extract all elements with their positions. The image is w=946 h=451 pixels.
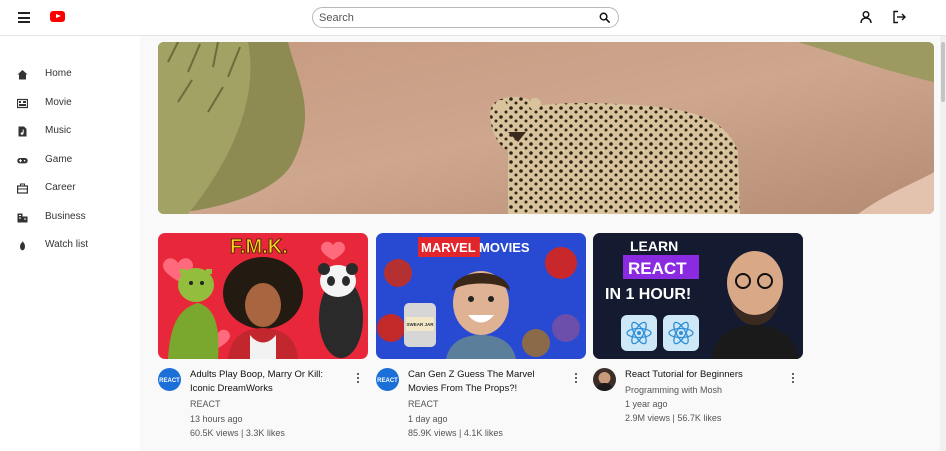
watch-list-icon	[20, 240, 25, 251]
sidebar-item-label: Home	[45, 68, 72, 79]
sidebar-item-label: Music	[45, 125, 72, 136]
svg-text:MARVEL MOVIES: MARVEL MOVIES	[421, 240, 530, 255]
sidebar-item-watch-list[interactable]: Watch list	[0, 234, 140, 258]
video-title-line: Adults Play Boop, Marry Or Kill:	[190, 369, 324, 380]
sidebar-item-label: Business	[45, 211, 86, 222]
video-thumbnail[interactable]: F.M.K.	[158, 233, 368, 359]
svg-text:REACT: REACT	[159, 378, 180, 384]
sidebar-item-game[interactable]: Game	[0, 149, 140, 173]
channel-avatar[interactable]: REACT	[376, 368, 399, 391]
sidebar: Home Movie Music Game Career Business Wa…	[0, 36, 140, 451]
sidebar-item-music[interactable]: Music	[0, 120, 140, 144]
business-icon	[17, 213, 28, 223]
video-title-line: React Tutorial for Beginners	[625, 369, 743, 380]
sidebar-item-label: Career	[45, 182, 76, 193]
menu-icon[interactable]	[18, 12, 30, 23]
user-icon[interactable]	[859, 10, 873, 24]
video-title-line: Can Gen Z Guess The Marvel	[408, 369, 535, 380]
svg-text:REACT: REACT	[628, 259, 687, 278]
search-bar[interactable]	[312, 7, 619, 28]
search-icon[interactable]	[599, 12, 610, 23]
svg-text:REACT: REACT	[377, 378, 398, 384]
avatar-image: REACT	[376, 368, 399, 391]
search-input[interactable]	[319, 10, 589, 25]
career-icon	[17, 183, 28, 194]
video-title[interactable]: Adults Play Boop, Marry Or Kill: Iconic …	[190, 368, 350, 396]
logout-icon[interactable]	[891, 9, 907, 25]
channel-avatar[interactable]: REACT	[158, 368, 181, 391]
channel-name[interactable]: REACT	[190, 399, 221, 409]
more-options-icon[interactable]	[355, 373, 361, 387]
game-icon	[17, 158, 28, 164]
sidebar-item-career[interactable]: Career	[0, 177, 140, 201]
more-options-icon[interactable]	[573, 373, 579, 387]
video-stats: 60.5K views | 3.3K likes	[190, 428, 285, 438]
movie-icon	[17, 98, 28, 109]
top-bar	[0, 0, 946, 36]
thumbnail-image: LEARN REACT IN 1 HOUR!	[593, 233, 803, 359]
thumbnail-image: MARVEL MOVIES SWEAR JAR	[376, 233, 586, 359]
video-stats: 2.9M views | 56.7K likes	[625, 413, 722, 423]
video-title-line: Iconic DreamWorks	[190, 383, 273, 394]
sidebar-item-label: Game	[45, 154, 73, 165]
upload-age: 1 year ago	[625, 399, 668, 409]
sidebar-item-movie[interactable]: Movie	[0, 92, 140, 116]
music-icon	[18, 126, 27, 137]
video-thumbnail[interactable]: LEARN REACT IN 1 HOUR!	[593, 233, 803, 359]
svg-text:SWEAR JAR: SWEAR JAR	[406, 322, 434, 327]
avatar-image: REACT	[158, 368, 181, 391]
video-stats: 85.9K views | 4.1K likes	[408, 428, 503, 438]
svg-text:LEARN: LEARN	[630, 238, 678, 254]
video-thumbnail[interactable]: MARVEL MOVIES SWEAR JAR	[376, 233, 586, 359]
more-options-icon[interactable]	[790, 373, 796, 387]
svg-text:IN 1 HOUR!: IN 1 HOUR!	[605, 286, 691, 303]
hero-banner[interactable]	[158, 42, 934, 214]
sidebar-item-label: Watch list	[45, 239, 88, 250]
scrollbar[interactable]	[940, 36, 946, 451]
channel-name[interactable]: Programming with Mosh	[625, 385, 722, 395]
channel-name[interactable]: REACT	[408, 399, 439, 409]
video-title[interactable]: Can Gen Z Guess The Marvel Movies From T…	[408, 368, 568, 396]
sidebar-item-home[interactable]: Home	[0, 63, 140, 87]
banner-image	[158, 42, 934, 214]
sidebar-item-label: Movie	[45, 97, 72, 108]
thumbnail-image: F.M.K.	[158, 233, 368, 359]
video-title[interactable]: React Tutorial for Beginners	[625, 368, 785, 382]
sidebar-item-business[interactable]: Business	[0, 206, 140, 230]
svg-text:F.M.K.: F.M.K.	[230, 236, 288, 258]
scrollbar-thumb[interactable]	[941, 42, 945, 102]
home-icon	[17, 70, 28, 80]
upload-age: 1 day ago	[408, 414, 448, 424]
video-title-line: Movies From The Props?!	[408, 383, 518, 394]
channel-avatar[interactable]	[593, 368, 616, 391]
avatar-image	[593, 368, 616, 391]
youtube-logo-icon[interactable]	[50, 11, 65, 22]
upload-age: 13 hours ago	[190, 414, 243, 424]
